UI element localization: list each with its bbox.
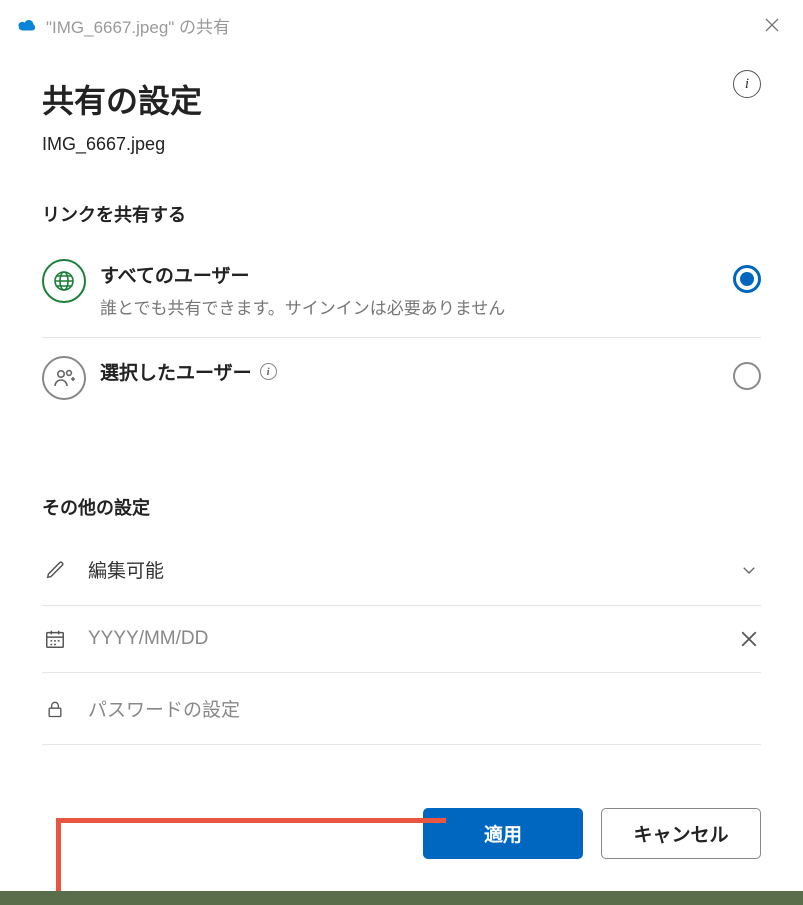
page-title: 共有の設定 (42, 76, 202, 122)
permission-value: 編集可能 (88, 556, 737, 583)
cancel-button[interactable]: キャンセル (601, 808, 761, 859)
chevron-down-icon (737, 561, 761, 579)
option-everyone-subtitle: 誰とでも共有できます。サインインは必要ありません (100, 294, 725, 319)
password-placeholder: パスワードの設定 (88, 695, 761, 722)
share-section-label: リンクを共有する (42, 201, 761, 227)
expiry-date-field[interactable]: YYYY/MM/DD (42, 606, 761, 673)
share-option-everyone[interactable]: すべてのユーザー 誰とでも共有できます。サインインは必要ありません (42, 241, 761, 338)
expiry-placeholder: YYYY/MM/DD (88, 628, 737, 650)
share-option-selected-users[interactable]: 選択したユーザー i (42, 338, 761, 418)
radio-selected-users[interactable] (733, 362, 761, 390)
option-text: すべてのユーザー 誰とでも共有できます。サインインは必要ありません (100, 259, 725, 319)
info-icon-small[interactable]: i (260, 363, 277, 380)
close-button[interactable] (757, 10, 787, 40)
calendar-icon (42, 628, 68, 650)
titlebar-text: "IMG_6667.jpeg" の共有 (46, 13, 757, 38)
dialog-content: 共有の設定 i IMG_6667.jpeg リンクを共有する すべてのユーザー … (0, 46, 803, 745)
filename-label: IMG_6667.jpeg (42, 134, 761, 155)
info-icon[interactable]: i (733, 70, 761, 98)
option-selected-title: 選択したユーザー (100, 358, 252, 385)
dialog-footer: 適用 キャンセル (423, 808, 761, 859)
clear-date-button[interactable] (737, 630, 761, 648)
globe-icon (42, 259, 86, 303)
pencil-icon (42, 559, 68, 581)
password-field[interactable]: パスワードの設定 (42, 673, 761, 745)
titlebar: "IMG_6667.jpeg" の共有 (0, 0, 803, 46)
onedrive-cloud-icon (16, 17, 38, 33)
radio-everyone[interactable] (733, 265, 761, 293)
permission-dropdown[interactable]: 編集可能 (42, 534, 761, 606)
people-icon (42, 356, 86, 400)
apply-button[interactable]: 適用 (423, 808, 583, 859)
option-everyone-title: すべてのユーザー (100, 261, 725, 288)
lock-icon (42, 698, 68, 720)
annotation-line (56, 818, 446, 823)
bottom-strip (0, 891, 803, 905)
heading-row: 共有の設定 i (42, 76, 761, 122)
other-settings-label: その他の設定 (42, 494, 761, 520)
option-text: 選択したユーザー i (100, 356, 725, 385)
